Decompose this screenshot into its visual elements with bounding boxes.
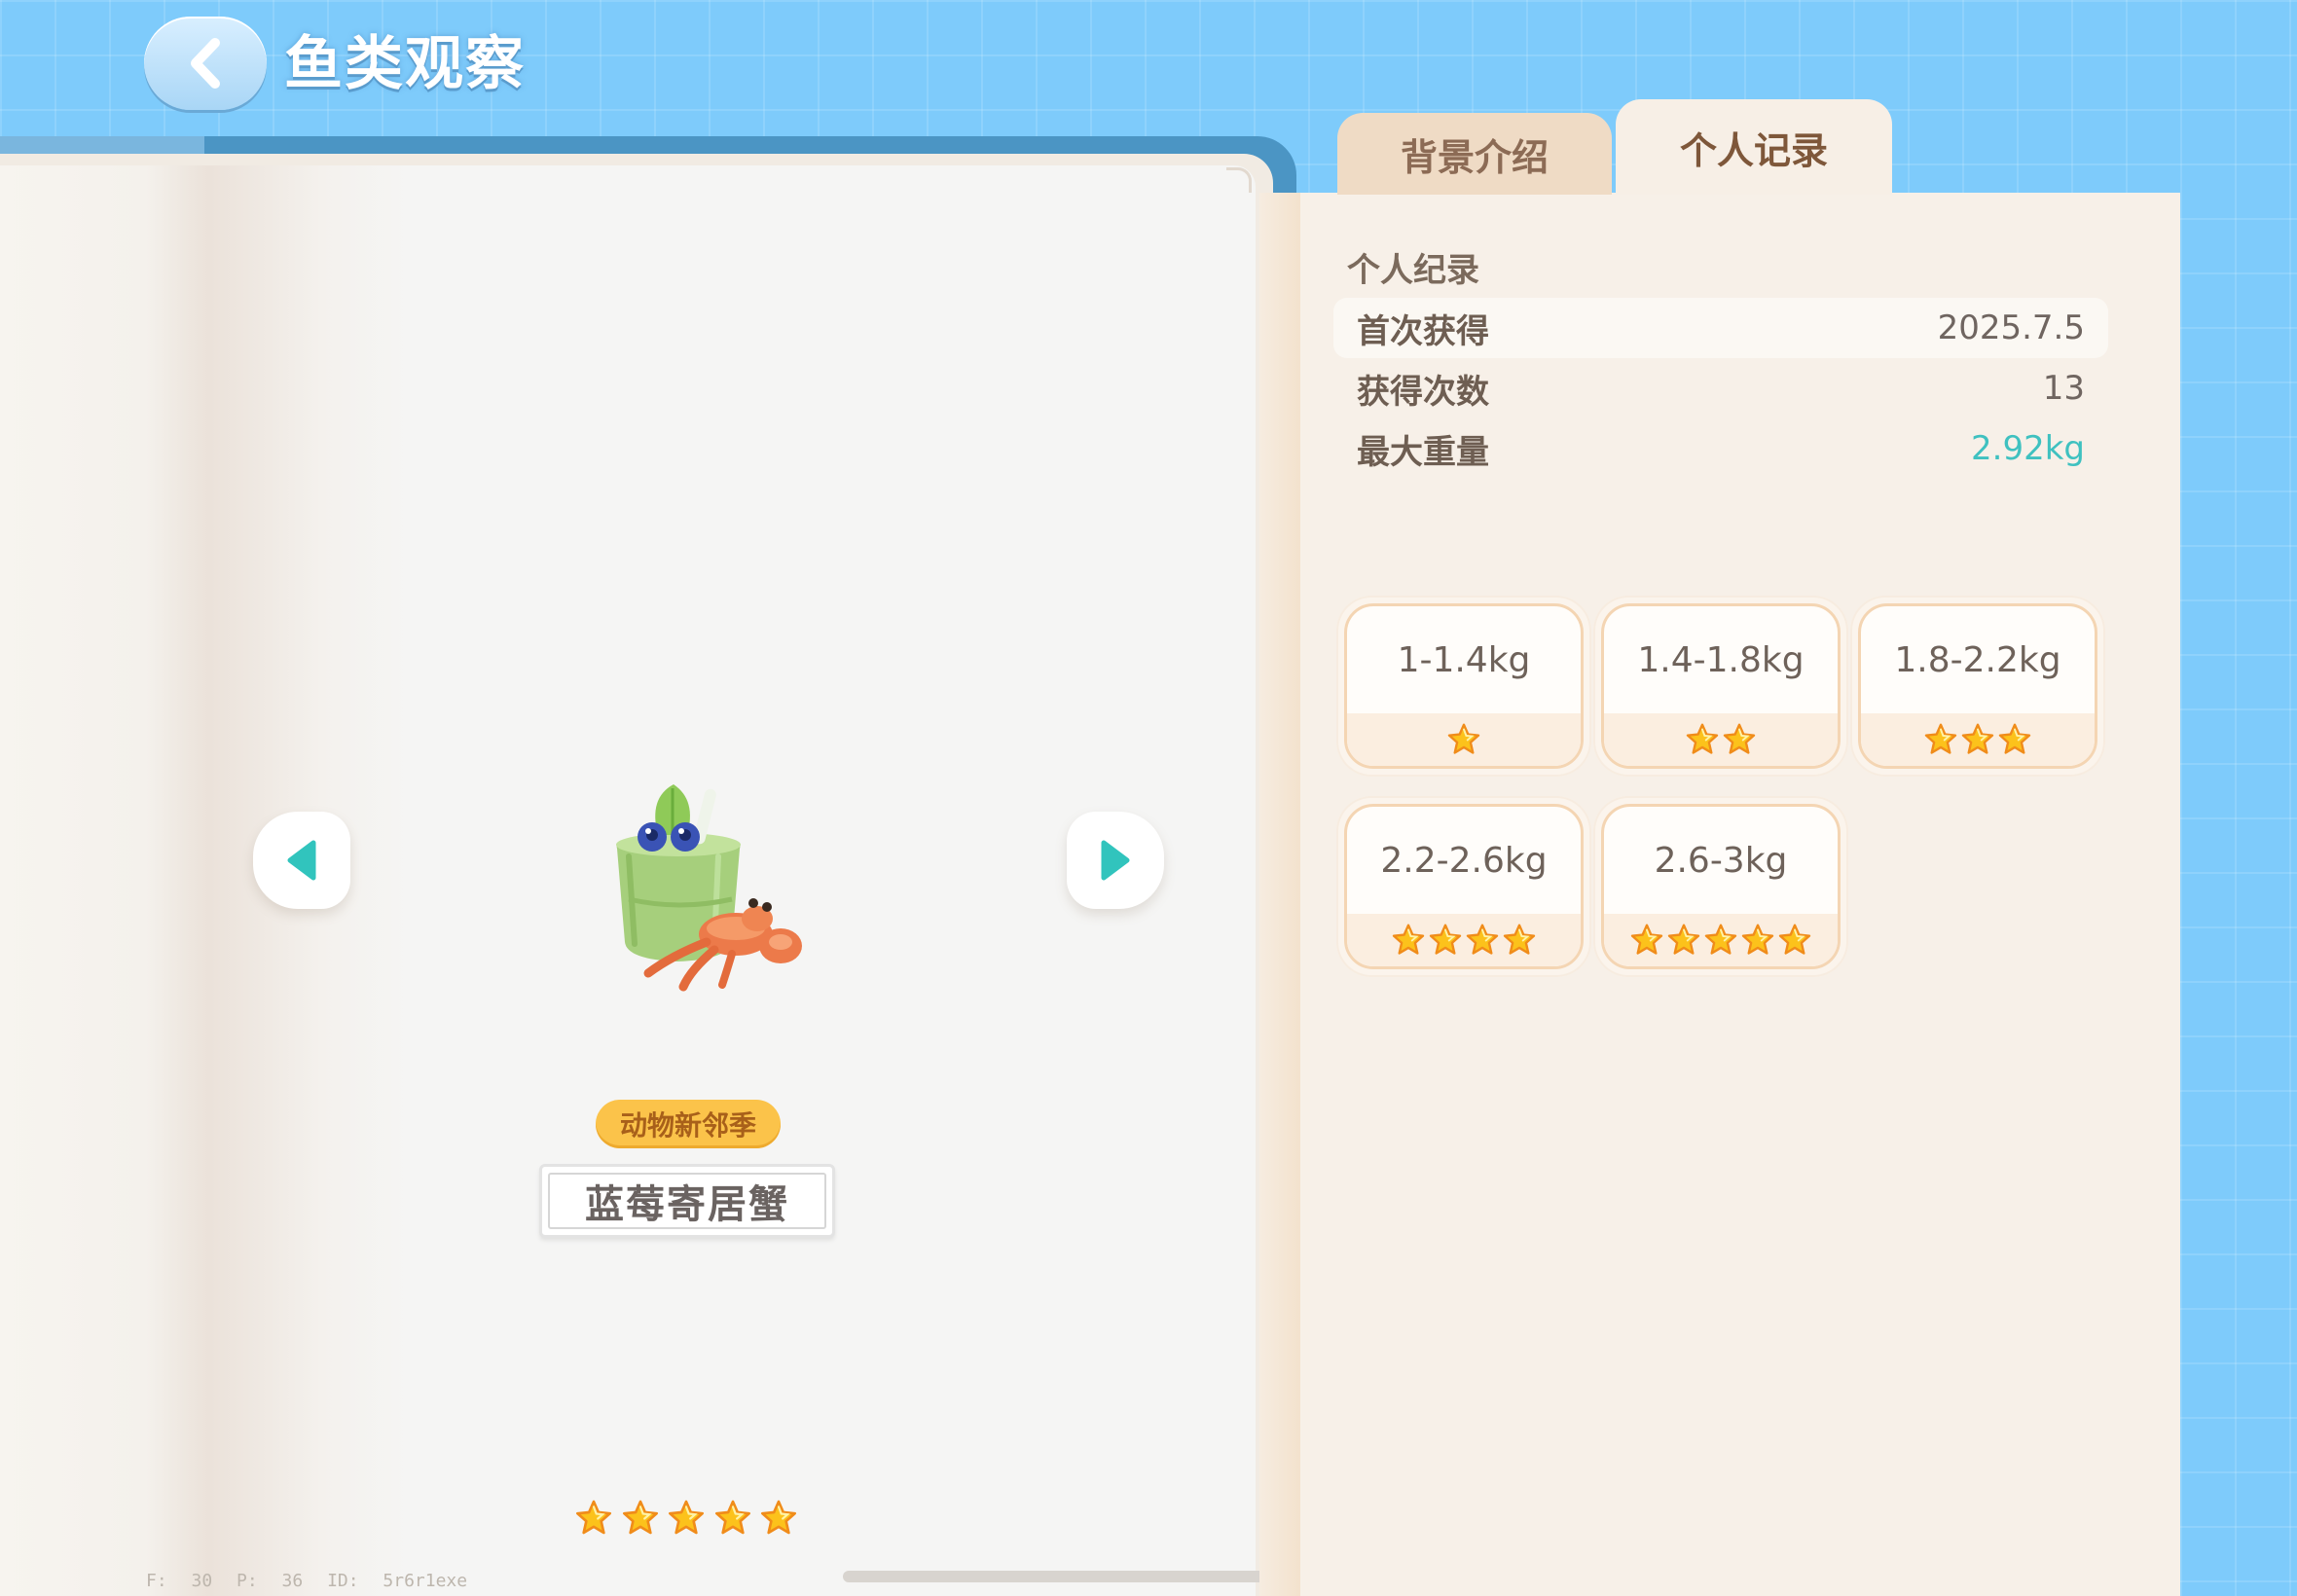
page-title: 鱼类观察	[284, 30, 526, 98]
debug-fps: F: 30	[146, 1571, 213, 1591]
weight-tier-stars	[1347, 713, 1581, 766]
star-icon	[1703, 923, 1738, 958]
record-value: 13	[2042, 369, 2085, 408]
weight-tier-card: 1.8-2.2kg	[1850, 596, 2105, 777]
triangle-right-icon	[1101, 840, 1130, 881]
blueberry-hermit-crab-image	[616, 784, 802, 992]
back-button[interactable]	[144, 17, 267, 110]
star-icon	[1391, 923, 1426, 958]
star-icon	[1666, 923, 1701, 958]
record-value: 2025.7.5	[1937, 308, 2085, 347]
chevron-left-icon	[191, 38, 220, 89]
weight-tier-stars	[1604, 914, 1838, 966]
star-icon	[1722, 722, 1757, 757]
star-icon	[1428, 923, 1463, 958]
triangle-left-icon	[287, 840, 316, 881]
record-label: 最大重量	[1357, 432, 1489, 472]
tab-background-intro[interactable]: 背景介绍	[1337, 113, 1612, 195]
record-row-max-weight: 最大重量 2.92kg	[1333, 418, 2108, 479]
record-row-obtain-count: 获得次数 13	[1333, 358, 2108, 418]
creature-name-plate: 蓝莓寄居蟹	[539, 1164, 835, 1238]
star-icon	[1465, 923, 1500, 958]
record-label: 获得次数	[1357, 372, 1489, 412]
star-icon	[1960, 722, 1995, 757]
star-icon	[1997, 722, 2032, 757]
creature-name: 蓝莓寄居蟹	[585, 1182, 789, 1227]
weight-tier-label: 2.6-3kg	[1654, 840, 1788, 881]
record-row-first-obtained: 首次获得 2025.7.5	[1333, 298, 2108, 358]
debug-info: F: 30 P: 36 ID: 5r6r1exe	[146, 1571, 467, 1591]
star-icon	[1685, 722, 1720, 757]
weight-tier-label: 2.2-2.6kg	[1380, 840, 1548, 881]
panel-spine	[1259, 193, 1300, 1596]
weight-tier-label: 1.8-2.2kg	[1894, 639, 2061, 680]
next-creature-button[interactable]	[1067, 812, 1164, 909]
weight-tier-stars	[1347, 914, 1581, 966]
star-icon	[1740, 923, 1775, 958]
star-icon	[759, 1499, 798, 1538]
weight-tier-label: 1.4-1.8kg	[1637, 639, 1805, 680]
tab-personal-record[interactable]: 个人记录	[1616, 99, 1892, 195]
record-heading: 个人纪录	[1347, 251, 1479, 290]
book-cover-highlight	[0, 136, 204, 156]
weight-tier-card: 1.4-1.8kg	[1593, 596, 1848, 777]
record-label: 首次获得	[1357, 311, 1489, 351]
weight-tier-stars	[1861, 713, 2095, 766]
star-icon	[1777, 923, 1812, 958]
star-icon	[1446, 722, 1481, 757]
weight-tier-card: 2.2-2.6kg	[1336, 796, 1591, 977]
star-icon	[1502, 923, 1537, 958]
star-icon	[621, 1499, 660, 1538]
previous-creature-button[interactable]	[253, 812, 350, 909]
weight-tier-card: 1-1.4kg	[1336, 596, 1591, 777]
weight-tier-card: 2.6-3kg	[1593, 796, 1848, 977]
debug-ping: P: 36	[237, 1571, 304, 1591]
page-corner-fold	[1226, 167, 1252, 193]
weight-tier-stars	[1604, 713, 1838, 766]
weight-tier-label: 1-1.4kg	[1397, 639, 1531, 680]
star-icon	[1923, 722, 1958, 757]
debug-id: ID: 5r6r1exe	[327, 1571, 468, 1591]
star-icon	[1629, 923, 1664, 958]
record-value: 2.92kg	[1971, 429, 2085, 468]
star-icon	[713, 1499, 752, 1538]
rarity-stars	[574, 1499, 798, 1542]
star-icon	[574, 1499, 613, 1538]
star-icon	[667, 1499, 706, 1538]
season-badge: 动物新邻季	[596, 1100, 781, 1148]
